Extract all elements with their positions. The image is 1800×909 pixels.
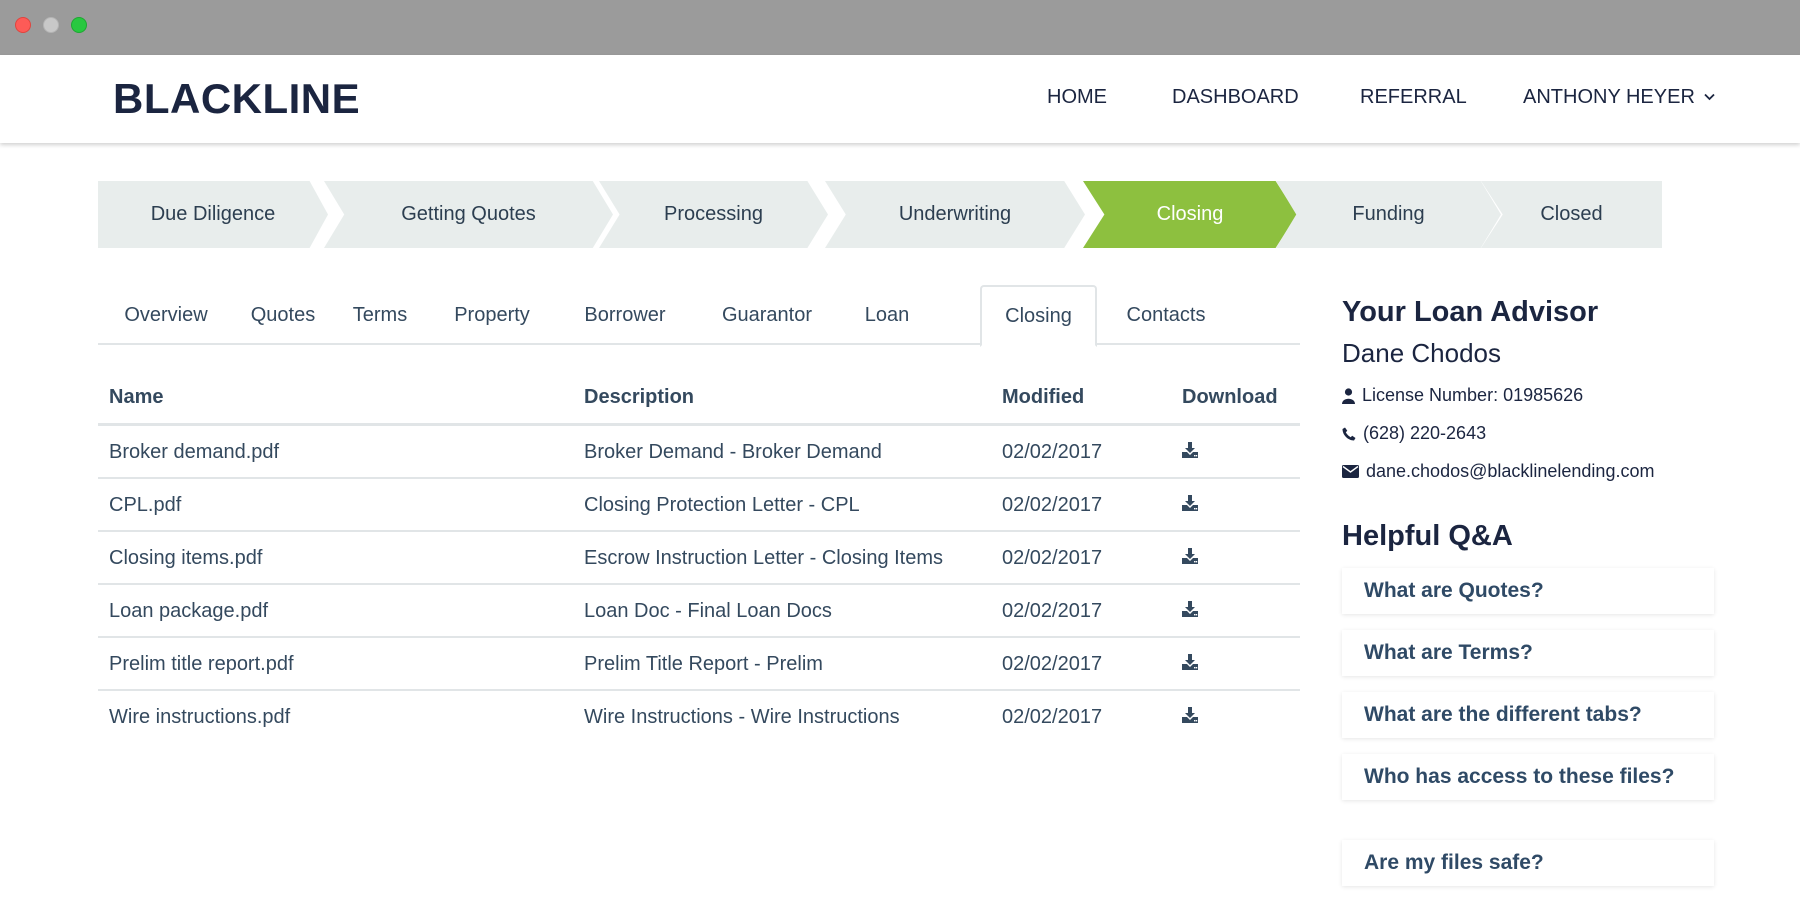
site-header: BLACKLINE HOME DASHBOARD REFERRAL ANTHON… bbox=[0, 55, 1800, 143]
file-description: Loan Doc - Final Loan Docs bbox=[584, 600, 832, 622]
closing-documents-table: Name Description Modified Download Broke… bbox=[98, 370, 1300, 744]
nav-home[interactable]: HOME bbox=[1047, 86, 1107, 109]
step-closed[interactable]: Closed bbox=[1481, 181, 1662, 248]
download-icon[interactable] bbox=[1181, 706, 1199, 724]
table-header: Name Description Modified Download bbox=[98, 370, 1300, 426]
advisor-name: Dane Chodos bbox=[1342, 338, 1501, 368]
download-icon[interactable] bbox=[1181, 653, 1199, 671]
phone-number-link[interactable]: (628) 220-2643 bbox=[1363, 423, 1486, 444]
envelope-icon bbox=[1342, 465, 1359, 478]
file-name[interactable]: Wire instructions.pdf bbox=[109, 706, 290, 729]
tab-closing[interactable]: Closing bbox=[980, 285, 1097, 347]
file-description: Closing Protection Letter - CPL bbox=[584, 494, 860, 516]
advisor-phone: (628) 220-2643 bbox=[1342, 423, 1486, 444]
qa-heading: Helpful Q&A bbox=[1342, 520, 1513, 552]
tab-guarantor[interactable]: Guarantor bbox=[694, 285, 840, 345]
file-name[interactable]: Prelim title report.pdf bbox=[109, 653, 294, 676]
file-modified-date: 02/02/2017 bbox=[1002, 706, 1103, 728]
chevron-down-icon bbox=[1704, 88, 1716, 104]
file-modified-date: 02/02/2017 bbox=[1002, 494, 1103, 516]
qa-item-tabs[interactable]: What are the different tabs? bbox=[1342, 692, 1714, 738]
table-row: Wire instructions.pdf Wire Instructions -… bbox=[98, 691, 1300, 744]
step-getting-quotes[interactable]: Getting Quotes bbox=[324, 181, 613, 248]
table-row: Loan package.pdf Loan Doc - Final Loan Do… bbox=[98, 585, 1300, 638]
download-icon[interactable] bbox=[1181, 547, 1199, 565]
file-modified-date: 02/02/2017 bbox=[1002, 547, 1103, 569]
nav-user-menu[interactable]: ANTHONY HEYER bbox=[1523, 86, 1716, 109]
step-due-diligence[interactable]: Due Diligence bbox=[98, 181, 328, 248]
file-description: Prelim Title Report - Prelim bbox=[584, 653, 823, 675]
download-icon[interactable] bbox=[1181, 494, 1199, 512]
tab-property[interactable]: Property bbox=[428, 285, 556, 345]
file-name[interactable]: Loan package.pdf bbox=[109, 600, 268, 623]
table-row: Closing items.pdf Escrow Instruction Lett… bbox=[98, 532, 1300, 585]
nav-referral[interactable]: REFERRAL bbox=[1360, 86, 1467, 109]
table-row: CPL.pdf Closing Protection Letter - CPL 02… bbox=[98, 479, 1300, 532]
file-name[interactable]: Closing items.pdf bbox=[109, 547, 262, 570]
tab-loan[interactable]: Loan bbox=[840, 285, 934, 345]
advisor-email: dane.chodos@blacklinelending.com bbox=[1342, 461, 1654, 482]
tab-quotes[interactable]: Quotes bbox=[234, 285, 332, 345]
column-header-modified[interactable]: Modified bbox=[1002, 386, 1084, 409]
column-header-name[interactable]: Name bbox=[109, 386, 163, 409]
step-closing[interactable]: Closing bbox=[1083, 181, 1297, 248]
step-underwriting[interactable]: Underwriting bbox=[825, 181, 1085, 248]
tab-borrower[interactable]: Borrower bbox=[556, 285, 694, 345]
file-description: Escrow Instruction Letter - Closing Item… bbox=[584, 547, 944, 569]
file-description: Broker Demand - Broker Demand bbox=[584, 441, 882, 463]
loan-tabs: Overview Quotes Terms Property Borrower … bbox=[98, 285, 1300, 347]
table-row: Prelim title report.pdf Prelim Title Repo… bbox=[98, 638, 1300, 691]
column-header-download: Download bbox=[1182, 386, 1278, 408]
maximize-window-button[interactable] bbox=[71, 17, 87, 33]
window-titlebar bbox=[0, 0, 1800, 55]
column-header-description[interactable]: Description bbox=[584, 386, 694, 409]
phone-icon bbox=[1342, 427, 1356, 440]
user-icon bbox=[1342, 387, 1355, 404]
step-funding[interactable]: Funding bbox=[1276, 181, 1501, 248]
table-row: Broker demand.pdf Broker Demand - Broker … bbox=[98, 426, 1300, 479]
download-icon[interactable] bbox=[1181, 441, 1199, 459]
file-modified-date: 02/02/2017 bbox=[1002, 441, 1103, 463]
license-number: License Number: 01985626 bbox=[1362, 385, 1584, 405]
qa-item-access[interactable]: Who has access to these files? bbox=[1342, 754, 1714, 800]
advisor-heading: Your Loan Advisor bbox=[1342, 296, 1599, 328]
tab-overview[interactable]: Overview bbox=[98, 285, 234, 345]
step-processing[interactable]: Processing bbox=[599, 181, 828, 248]
tab-contacts[interactable]: Contacts bbox=[1098, 285, 1234, 345]
file-modified-date: 02/02/2017 bbox=[1002, 653, 1103, 675]
email-link[interactable]: dane.chodos@blacklinelending.com bbox=[1366, 461, 1654, 482]
loan-progress-steps: Due Diligence Getting Quotes Processing … bbox=[98, 181, 1662, 248]
qa-item-safety[interactable]: Are my files safe? bbox=[1342, 840, 1714, 886]
qa-item-terms[interactable]: What are Terms? bbox=[1342, 630, 1714, 676]
qa-item-quotes[interactable]: What are Quotes? bbox=[1342, 568, 1714, 614]
file-description: Wire Instructions - Wire Instructions bbox=[584, 706, 900, 728]
tab-terms[interactable]: Terms bbox=[332, 285, 428, 345]
file-name[interactable]: CPL.pdf bbox=[109, 494, 181, 517]
user-name: ANTHONY HEYER bbox=[1523, 86, 1695, 108]
advisor-license: License Number: 01985626 bbox=[1342, 385, 1583, 406]
download-icon[interactable] bbox=[1181, 600, 1199, 618]
page-bottom-edge bbox=[0, 892, 1800, 909]
file-modified-date: 02/02/2017 bbox=[1002, 600, 1103, 622]
file-name[interactable]: Broker demand.pdf bbox=[109, 441, 279, 464]
nav-dashboard[interactable]: DASHBOARD bbox=[1172, 86, 1299, 109]
logo[interactable]: BLACKLINE bbox=[113, 75, 360, 123]
close-window-button[interactable] bbox=[15, 17, 31, 33]
minimize-window-button[interactable] bbox=[43, 17, 59, 33]
